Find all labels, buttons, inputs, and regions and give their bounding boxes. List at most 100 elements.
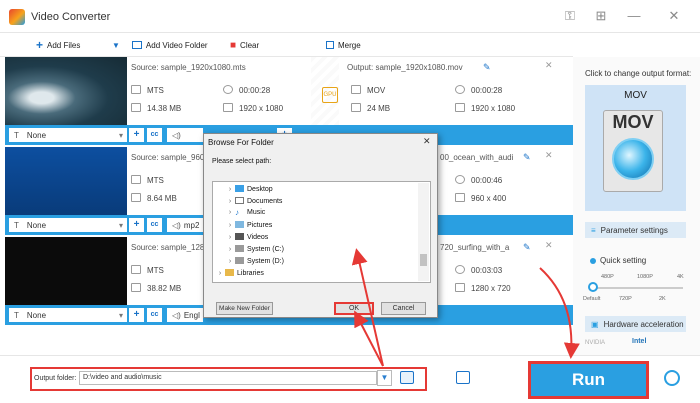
format-icon [351, 85, 361, 94]
src-duration: 00:00:28 [239, 86, 271, 95]
close-window-button[interactable]: ✕ [665, 7, 683, 25]
hardware-acceleration-button[interactable]: ▣ Hardware acceleration [585, 316, 686, 332]
cc-icon[interactable]: cc [147, 218, 162, 232]
subtitle-select[interactable]: T None ▾ [9, 128, 127, 142]
folder-add-icon [131, 41, 142, 49]
text-icon: T [14, 130, 19, 140]
source-name: Source: sample_1920x1080.mts [131, 63, 246, 72]
mov-icon-text: MOV [612, 112, 654, 132]
open-output-icon[interactable] [456, 371, 470, 384]
dialog-close-icon[interactable]: ✕ [423, 136, 431, 147]
add-subtitle-button[interactable]: + [129, 218, 144, 232]
cc-icon[interactable]: cc [147, 128, 162, 142]
text-icon: T [14, 220, 19, 230]
add-subtitle-button[interactable]: + [129, 128, 144, 142]
desktop-icon [235, 185, 244, 192]
dialog-prompt: Please select path: [212, 158, 272, 165]
video-thumbnail[interactable] [5, 147, 127, 215]
cc-icon[interactable]: cc [147, 308, 162, 322]
audio-select[interactable]: ◁) mp2 [167, 218, 203, 232]
clock-icon [455, 265, 465, 274]
speaker-icon: ◁) [172, 130, 181, 140]
add-files-button[interactable]: + Add Files [36, 38, 80, 52]
audio-select[interactable]: ◁) [167, 128, 203, 142]
output-name: 720_surfing_with_a [440, 243, 510, 252]
subtitle-select[interactable]: T None ▾ [9, 218, 127, 232]
subtitle-select[interactable]: T None ▾ [9, 308, 127, 322]
tick-720p: 720P [619, 296, 632, 302]
gift-icon[interactable]: ⊞ [592, 7, 610, 25]
quality-slider-handle[interactable] [588, 282, 598, 292]
tick-default: Default [583, 296, 601, 302]
add-files-label: Add Files [47, 40, 81, 50]
tree-item-documents[interactable]: › Documents [225, 197, 282, 205]
chevron-right-icon: › [228, 246, 232, 253]
tree-item-videos[interactable]: › Videos [225, 233, 268, 241]
out-format: MOV [367, 86, 386, 95]
tree-item-pictures[interactable]: › Pictures [225, 221, 272, 229]
key-icon[interactable]: ⚿ [561, 7, 579, 25]
tree-item-desktop[interactable]: › Desktop [225, 185, 273, 193]
source-name: Source: sample_1280 [131, 243, 209, 252]
chevron-right-icon: › [228, 186, 232, 193]
tree-item-system-c[interactable]: › System (C:) [225, 245, 284, 253]
output-name: Output: sample_1920x1080.mov [347, 63, 463, 72]
src-format: MTS [147, 86, 164, 95]
speaker-icon: ◁) [172, 310, 181, 320]
remove-file-icon[interactable]: ✕ [545, 60, 553, 71]
add-video-folder-label: Add Video Folder [145, 40, 208, 50]
src-resolution: 1920 x 1080 [239, 104, 284, 113]
folder-tree[interactable]: › Desktop › Documents › ♪ Music › Pictures › V… [212, 181, 431, 283]
merge-label: Merge [338, 40, 361, 50]
tree-item-music[interactable]: › ♪ Music [225, 208, 265, 217]
clock-icon [223, 85, 233, 94]
open-folder-icon[interactable] [400, 371, 414, 384]
videos-icon [235, 233, 244, 240]
remove-file-icon[interactable]: ✕ [545, 240, 553, 251]
music-icon: ♪ [235, 208, 239, 217]
tree-item-system-d[interactable]: › System (D:) [225, 257, 284, 265]
chevron-down-icon: ▾ [118, 310, 123, 320]
format-prompt: Click to change output format: [585, 69, 692, 78]
make-new-folder-button[interactable]: Make New Folder [216, 302, 273, 315]
tree-scrollbar-thumb[interactable] [420, 254, 427, 266]
speaker-icon: ◁) [172, 220, 181, 230]
minimize-button[interactable]: — [625, 7, 643, 25]
src-size: 14.38 MB [147, 104, 182, 113]
clear-button[interactable]: ■ Clear [230, 38, 259, 52]
audio-value: Engl [183, 310, 200, 320]
edit-name-icon[interactable]: ✎ [523, 152, 531, 163]
add-video-folder-button[interactable]: ▼ Add Video Folder [112, 38, 208, 52]
libraries-icon [225, 269, 234, 276]
tick-2k: 2K [659, 296, 666, 302]
video-thumbnail[interactable] [5, 57, 127, 125]
chevron-right-icon: › [228, 198, 232, 205]
chevron-right-icon: › [218, 270, 222, 277]
alarm-clock-icon[interactable] [664, 370, 680, 386]
edit-name-icon[interactable]: ✎ [523, 242, 531, 253]
tree-scrollbar[interactable] [418, 183, 429, 281]
intel-badge: Intel [632, 338, 647, 345]
ok-button[interactable]: OK [334, 302, 374, 315]
folder-icon [131, 193, 141, 202]
subtitle-value: None [26, 220, 47, 230]
remove-file-icon[interactable]: ✕ [545, 150, 553, 161]
parameter-settings-button[interactable]: ≡ Parameter settings [585, 222, 686, 238]
add-subtitle-button[interactable]: + [129, 308, 144, 322]
video-thumbnail[interactable] [5, 237, 127, 305]
tree-label: System (D:) [247, 258, 284, 265]
cancel-button[interactable]: Cancel [381, 302, 426, 315]
out-resolution: 960 x 400 [471, 194, 507, 203]
tree-item-libraries[interactable]: › Libraries [215, 269, 264, 277]
chevron-right-icon: › [228, 209, 232, 216]
drive-icon [235, 257, 244, 264]
format-icon [131, 265, 141, 274]
audio-select[interactable]: ◁) Engl [167, 308, 203, 322]
edit-name-icon[interactable]: ✎ [483, 62, 491, 73]
run-button[interactable]: Run [528, 361, 649, 399]
quality-slider[interactable] [593, 287, 683, 289]
src-format: MTS [147, 266, 164, 275]
merge-button[interactable]: Merge [326, 38, 361, 52]
subtitle-value: None [26, 310, 47, 320]
resolution-icon [455, 283, 465, 292]
